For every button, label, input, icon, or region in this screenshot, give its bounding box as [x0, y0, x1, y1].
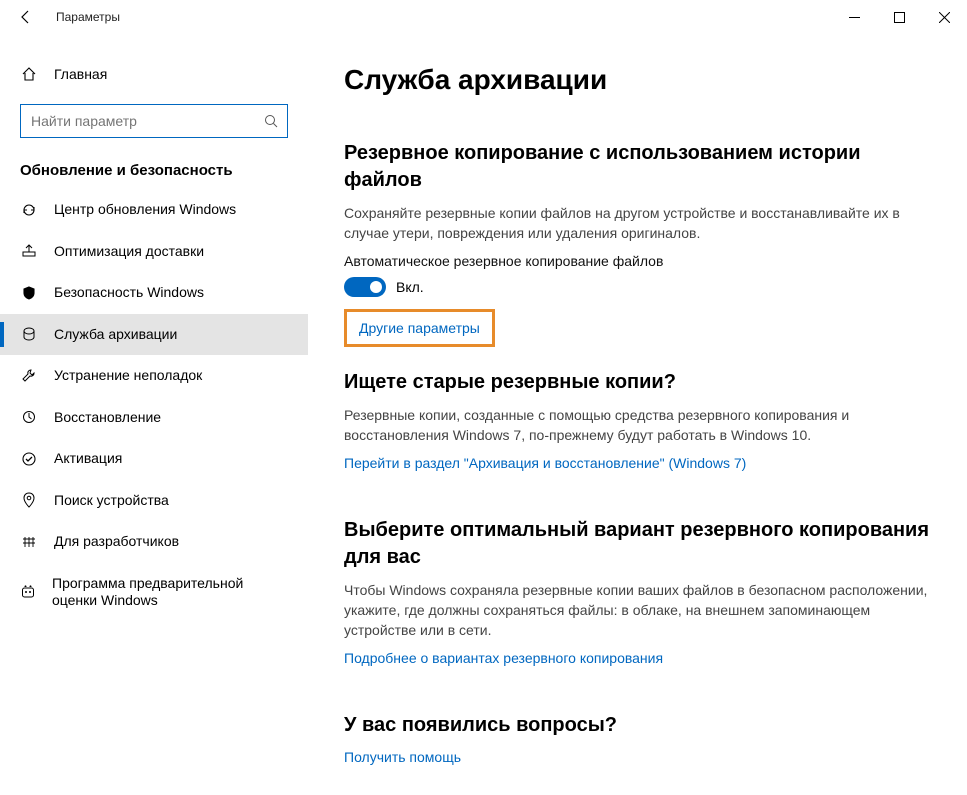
learn-more-backup-link[interactable]: Подробнее о вариантах резервного копиров…: [344, 650, 663, 666]
page-title: Служба архивации: [344, 64, 937, 96]
sidebar-home[interactable]: Главная: [0, 58, 308, 90]
section3-desc: Чтобы Windows сохраняла резервные копии …: [344, 581, 937, 640]
sidebar-item-recovery[interactable]: Восстановление: [0, 397, 308, 439]
section2-heading: Ищете старые резервные копии?: [344, 369, 937, 396]
developer-icon: [20, 534, 38, 550]
insider-icon: [20, 584, 36, 600]
sidebar-item-troubleshoot[interactable]: Устранение неполадок: [0, 355, 308, 397]
sync-icon: [20, 202, 38, 218]
sidebar-item-label: Безопасность Windows: [54, 284, 204, 302]
sidebar-item-label: Восстановление: [54, 409, 161, 427]
win7-backup-link[interactable]: Перейти в раздел "Архивация и восстановл…: [344, 455, 746, 471]
sidebar-item-backup[interactable]: Служба архивации: [0, 314, 308, 356]
sidebar-item-find-device[interactable]: Поиск устройства: [0, 480, 308, 522]
more-options-link[interactable]: Другие параметры: [359, 320, 480, 336]
search-input[interactable]: [31, 113, 261, 129]
section4-heading: У вас появились вопросы?: [344, 712, 937, 739]
home-icon: [20, 66, 38, 82]
maximize-button[interactable]: [877, 0, 922, 34]
delivery-icon: [20, 243, 38, 259]
section3-heading: Выберите оптимальный вариант резервного …: [344, 517, 937, 571]
sidebar-item-label: Активация: [54, 450, 122, 468]
content-pane: Служба архивации Резервное копирование с…: [308, 34, 967, 795]
sidebar-item-security[interactable]: Безопасность Windows: [0, 272, 308, 314]
wrench-icon: [20, 368, 38, 384]
sidebar-item-delivery-optimization[interactable]: Оптимизация доставки: [0, 231, 308, 273]
sidebar: Главная Обновление и безопасность Центр …: [0, 34, 308, 795]
sidebar-item-windows-update[interactable]: Центр обновления Windows: [0, 189, 308, 231]
check-circle-icon: [20, 451, 38, 467]
highlight-more-options: Другие параметры: [344, 309, 495, 347]
sidebar-home-label: Главная: [54, 66, 107, 82]
sidebar-item-label: Оптимизация доставки: [54, 243, 204, 261]
section1-desc: Сохраняйте резервные копии файлов на дру…: [344, 204, 937, 243]
get-help-link[interactable]: Получить помощь: [344, 749, 461, 765]
titlebar: Параметры: [0, 0, 967, 34]
sidebar-item-label: Центр обновления Windows: [54, 201, 236, 219]
sidebar-item-label: Поиск устройства: [54, 492, 169, 510]
sidebar-item-label: Устранение неполадок: [54, 367, 202, 385]
auto-backup-toggle[interactable]: [344, 277, 386, 297]
section2-desc: Резервные копии, созданные с помощью сре…: [344, 406, 937, 445]
sidebar-item-insider[interactable]: Программа предварительной оценки Windows: [0, 563, 308, 622]
shield-icon: [20, 285, 38, 301]
window-controls: [832, 0, 967, 34]
back-button[interactable]: [14, 5, 38, 29]
window-title: Параметры: [56, 10, 120, 24]
toggle-label: Автоматическое резервное копирование фай…: [344, 253, 937, 269]
location-icon: [20, 492, 38, 508]
backup-icon: [20, 326, 38, 342]
sidebar-item-label: Для разработчиков: [54, 533, 179, 551]
sidebar-item-activation[interactable]: Активация: [0, 438, 308, 480]
recovery-icon: [20, 409, 38, 425]
sidebar-item-developers[interactable]: Для разработчиков: [0, 521, 308, 563]
search-box[interactable]: [20, 104, 288, 138]
minimize-button[interactable]: [832, 0, 877, 34]
sidebar-item-label: Программа предварительной оценки Windows: [52, 575, 288, 610]
section1-heading: Резервное копирование с использованием и…: [344, 140, 937, 194]
sidebar-group-title: Обновление и безопасность: [0, 156, 308, 189]
sidebar-item-label: Служба архивации: [54, 326, 177, 344]
search-icon: [261, 114, 281, 129]
toggle-state-text: Вкл.: [396, 279, 424, 295]
close-button[interactable]: [922, 0, 967, 34]
